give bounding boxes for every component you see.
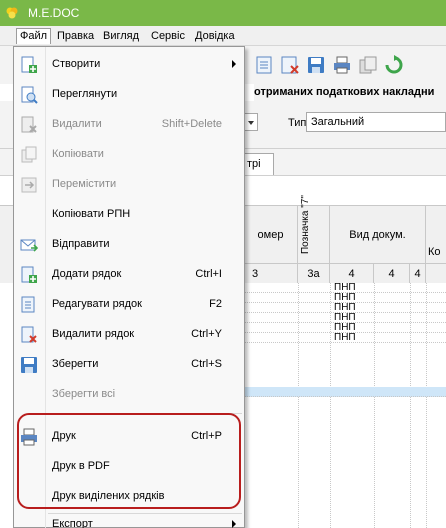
menu-item-view[interactable]: Переглянути — [14, 79, 244, 109]
menu-item-move[interactable]: Перемістити — [14, 169, 244, 199]
menu-item-label: Переглянути — [52, 88, 118, 100]
menu-item-label: Копіювати — [52, 148, 104, 160]
view-document-icon — [21, 86, 38, 104]
menu-item-create[interactable]: Створити — [14, 49, 244, 79]
send-envelope-icon — [20, 239, 38, 252]
new-document-icon — [21, 56, 37, 73]
submenu-arrow-icon — [232, 520, 236, 528]
menu-item-copy-rpn[interactable]: Копіювати РПН — [14, 199, 244, 229]
print-icon[interactable] — [332, 55, 352, 75]
app-logo-icon — [6, 7, 18, 19]
shortcut-text: Shift+Delete — [161, 118, 222, 130]
list-icon[interactable] — [254, 55, 274, 75]
menu-item-label: Експорт — [52, 518, 93, 528]
col-number-4b: 4 — [374, 264, 410, 284]
shortcut-text: Ctrl+I — [195, 268, 222, 280]
doc-type-cell: ПНП — [334, 332, 356, 343]
menu-edit[interactable]: Правка — [54, 28, 97, 44]
menu-item-label: Редагувати рядок — [52, 298, 142, 310]
edit-row-icon — [21, 296, 35, 313]
col-header-number[interactable]: омер — [244, 206, 298, 264]
menu-item-label: Зберегти всі — [52, 388, 116, 400]
shortcut-text: Ctrl+Y — [191, 328, 222, 340]
menu-item-save[interactable]: Зберегти Ctrl+S — [14, 349, 244, 379]
col-number-4c: 4 — [410, 264, 426, 284]
menu-item-label: Копіювати РПН — [52, 208, 131, 220]
save-icon[interactable] — [306, 55, 326, 75]
save-icon — [21, 357, 37, 373]
tab-registries[interactable]: трі — [244, 153, 274, 175]
delete-document-icon — [21, 116, 37, 133]
table-row[interactable]: ПНП — [244, 333, 446, 343]
menu-item-edit-row[interactable]: Редагувати рядок F2 — [14, 289, 244, 319]
submenu-arrow-icon — [232, 60, 236, 68]
menu-item-delete[interactable]: Видалити Shift+Delete — [14, 109, 244, 139]
menu-item-copy[interactable]: Копіювати — [14, 139, 244, 169]
menu-help[interactable]: Довідка — [192, 28, 238, 44]
menu-item-delete-row[interactable]: Видалити рядок Ctrl+Y — [14, 319, 244, 349]
menu-item-label: Видалити — [52, 118, 102, 130]
menu-item-save-all[interactable]: Зберегти всі — [14, 379, 244, 409]
journal-title: отриманих податкових накладни — [254, 84, 446, 101]
col-header-code[interactable]: Ко — [426, 206, 446, 264]
menu-item-label: Додати рядок — [52, 268, 122, 280]
menu-item-label: Зберегти — [52, 358, 99, 370]
menu-item-add-row[interactable]: Додати рядок Ctrl+I — [14, 259, 244, 289]
col-number-4: 4 — [330, 264, 374, 284]
refresh-icon[interactable] — [384, 55, 404, 75]
menu-item-export[interactable]: Експорт — [14, 509, 244, 528]
col-header-mark7[interactable]: Позначка "7" — [298, 195, 330, 264]
menu-item-label: Видалити рядок — [52, 328, 135, 340]
col-header-doc-type[interactable]: Вид докум. — [330, 206, 426, 264]
menu-item-send[interactable]: Відправити — [14, 229, 244, 259]
col-number-3a: 3а — [298, 264, 330, 284]
col-number-3: 3 — [244, 264, 298, 284]
menu-item-label: Створити — [52, 58, 101, 70]
menu-item-label: Перемістити — [52, 178, 117, 190]
shortcut-text: F2 — [209, 298, 222, 310]
copy-icon[interactable] — [358, 55, 378, 75]
delete-row-icon[interactable] — [280, 55, 300, 75]
menu-file[interactable]: Файл — [16, 28, 52, 44]
menu-view[interactable]: Вигляд — [100, 28, 142, 44]
print-items-highlight — [17, 413, 241, 509]
move-icon — [21, 177, 37, 193]
shortcut-text: Ctrl+S — [191, 358, 222, 370]
menu-bar: Файл Правка Вигляд Сервіс Довідка — [0, 26, 446, 46]
combo-dropdown-button[interactable] — [244, 113, 258, 131]
table-row-selected[interactable] — [244, 387, 446, 397]
copy-icon — [21, 146, 37, 163]
type-label: Тип — [288, 117, 307, 129]
menu-item-label: Відправити — [52, 238, 110, 250]
menu-service[interactable]: Сервіс — [148, 28, 188, 44]
app-title: M.E.DOC — [28, 6, 80, 20]
type-select[interactable]: Загальний — [306, 112, 446, 132]
col-header-mark7-text: Позначка "7" — [300, 195, 311, 254]
title-bar: M.E.DOC — [0, 0, 446, 26]
delete-row-icon — [21, 326, 37, 343]
add-row-icon — [21, 266, 37, 283]
